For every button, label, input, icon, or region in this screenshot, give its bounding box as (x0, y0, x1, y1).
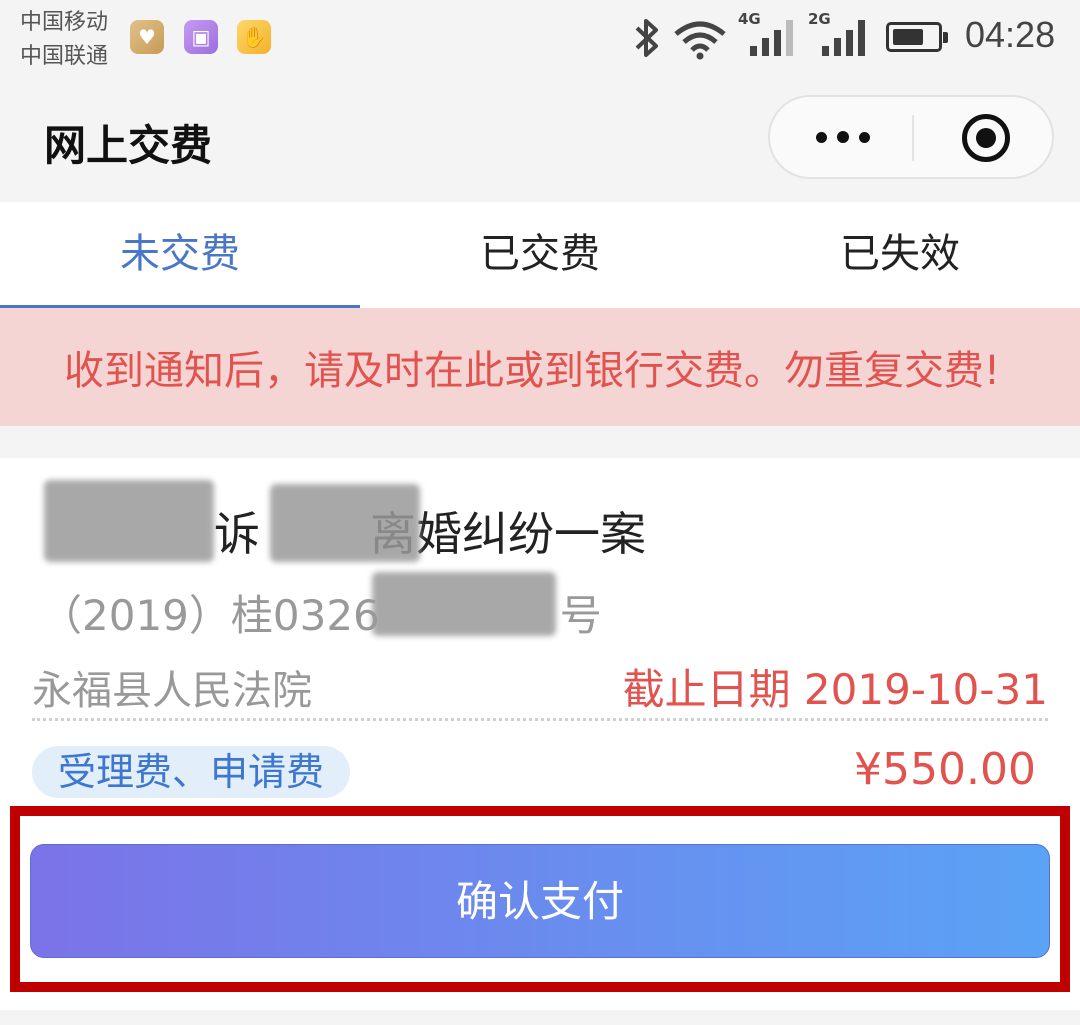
close-mini-program-icon[interactable] (962, 114, 1010, 162)
fee-type-badge: 受理费、申请费 (32, 746, 351, 798)
capsule-menu (768, 95, 1054, 179)
deadline: 截止日期 2019-10-31 (622, 665, 1048, 714)
carrier-2: 中国联通 (20, 44, 109, 69)
notice-text: 收到通知后，请及时在此或到银行交费。勿重复交费! (64, 348, 1001, 394)
tab-expired[interactable]: 已失效 (720, 202, 1080, 308)
dotted-divider (32, 718, 1048, 721)
carrier-info: 中国移动 中国联通 (20, 6, 108, 74)
status-tabs: 未交费 已交费 已失效 (0, 202, 1080, 308)
bluetooth-icon (635, 19, 658, 57)
confirm-pay-button[interactable]: 确认支付 (30, 844, 1050, 958)
mini-program-navbar: 网上交费 (0, 82, 1080, 202)
carrier-1: 中国移动 (20, 10, 109, 35)
hand-app-icon: ✋ (237, 20, 271, 54)
page-title: 网上交费 (44, 121, 213, 170)
court-name: 永福县人民法院 (32, 668, 312, 714)
capsule-divider (912, 115, 914, 161)
case-number-suffix: 号 (559, 591, 602, 640)
health-app-icon: ♥ (130, 20, 164, 54)
case-title-part-1: 诉 (214, 507, 260, 561)
payment-notice: 收到通知后，请及时在此或到银行交费。勿重复交费! (0, 308, 1080, 426)
redacted-area (270, 484, 420, 562)
status-bar: 中国移动 中国联通 ♥ ▣ ✋ 4G 2G 04:28 (0, 0, 1080, 82)
signal-icon (750, 20, 793, 56)
signal-icon-2 (822, 20, 865, 56)
clock: 04:28 (965, 14, 1056, 55)
fee-amount: ¥550.00 (854, 744, 1036, 795)
gallery-app-icon: ▣ (184, 20, 218, 54)
battery-icon (886, 22, 948, 52)
case-number-prefix: （2019）桂0326 (40, 591, 380, 640)
more-options-icon[interactable] (816, 119, 870, 155)
redacted-area (372, 572, 556, 636)
tab-unpaid[interactable]: 未交费 (0, 202, 360, 308)
wifi-icon (674, 21, 726, 60)
tab-paid[interactable]: 已交费 (360, 202, 720, 308)
case-card: 诉离婚纠纷一案 （2019）桂0326 号 永福县人民法院 截止日期 2019-1… (0, 458, 1080, 1010)
